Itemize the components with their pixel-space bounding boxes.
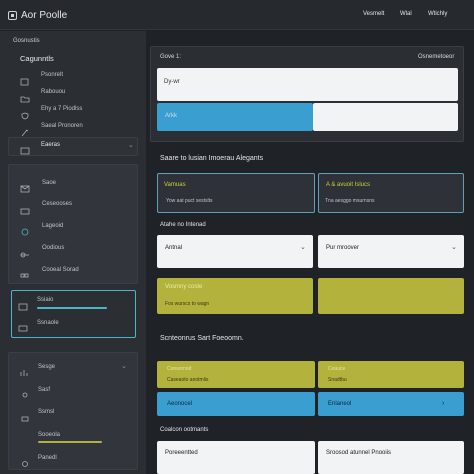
sidebar-item-10[interactable]: Sesge	[38, 364, 55, 370]
option-card-2-title: A & avuoit Islucs	[326, 182, 371, 188]
sidebar-active-label: Eaeras	[41, 142, 61, 148]
sidebar-item-5[interactable]: Saoe	[42, 180, 56, 186]
document-icon	[20, 73, 30, 86]
blue-button-1-label: Aeonocel	[167, 401, 193, 407]
chevron-down-icon-4: ⌄	[451, 244, 457, 251]
olive-card-title: Vosmny coste	[165, 284, 203, 290]
topnav-item-2[interactable]: Wlal	[400, 11, 412, 17]
progress-bar-2	[38, 441, 102, 443]
chevron-down-icon[interactable]: ⌄	[128, 141, 134, 149]
topnav-item-1[interactable]: Vesmelt	[363, 11, 384, 17]
field-1-value: Poreeentted	[165, 450, 198, 456]
folder-icon	[20, 90, 30, 103]
option-card-1-sub: Yow aat puct sestslts	[166, 198, 213, 204]
sidebar-header: Gosnustis	[13, 38, 40, 44]
sidebar-item-3[interactable]: Ehy a 7 Piodlss	[41, 106, 82, 112]
select-2-value: Pur mroover	[326, 245, 360, 251]
settings-icon	[20, 455, 30, 467]
sidebar-item-2[interactable]: Rabouou	[41, 89, 65, 95]
option-card-2[interactable]	[318, 173, 464, 213]
option-card-1[interactable]	[157, 173, 315, 213]
monitor-icon	[18, 320, 28, 332]
text-input-2-filled[interactable]	[157, 103, 313, 131]
chevron-down-icon-2[interactable]: ⌄	[121, 362, 127, 370]
chevron-right-icon: ›	[442, 400, 445, 407]
blue-button-2-label: Enlaneol	[328, 401, 352, 407]
select-1[interactable]	[157, 235, 313, 268]
sidebar-item-1[interactable]: Psonrelt	[41, 72, 63, 78]
section-3-title: Scnteonrus Sart Foeoomn.	[160, 335, 244, 342]
chevron-down-icon-3: ⌄	[300, 244, 306, 251]
progress-bar-1	[37, 307, 107, 309]
section-4-title: Coalcon ootmants	[160, 427, 209, 433]
gift-icon	[20, 202, 30, 215]
progress-item-2[interactable]: Ssnaole	[37, 320, 59, 326]
sidebar-item-4[interactable]: Saeal Pronoren	[41, 123, 83, 129]
olive-card-3-sub: Caseaoto anotmlis	[167, 377, 209, 383]
topnav-item-3[interactable]: Wtichly	[428, 11, 447, 17]
olive-card-2[interactable]	[318, 278, 464, 314]
input-1-value: Dy-wr	[164, 79, 180, 85]
top-panel-label: Gove 1:	[160, 54, 182, 60]
olive-card-4-title: Ceauce	[328, 366, 346, 372]
sidebar-item-6[interactable]: Ceseooses	[42, 201, 72, 207]
mail-icon	[20, 180, 30, 193]
text-input-1[interactable]	[157, 68, 458, 101]
text-input-2-rest[interactable]	[313, 103, 458, 131]
sidebar-title: Cagunntls	[20, 54, 54, 63]
field-1[interactable]	[157, 441, 315, 474]
user-icon	[20, 387, 30, 398]
option-card-2-sub: Tna aesggo msurnsns	[325, 198, 375, 204]
chart-icon	[20, 364, 30, 376]
sidebar-item-9[interactable]: Cooeal Sorad	[42, 267, 79, 273]
sidebar-item-12[interactable]: Ssmsl	[38, 409, 54, 415]
shield-icon	[20, 107, 30, 120]
image-icon	[18, 298, 28, 311]
sidebar-item-13[interactable]: Sooeola	[38, 432, 60, 438]
field-2-value: Sroosod atunnel Pnooiis	[326, 450, 392, 456]
top-panel-right-label: Osnemetoeor	[418, 54, 455, 60]
sidebar-item-8[interactable]: Oodious	[42, 245, 64, 251]
progress-panel	[11, 290, 136, 338]
progress-item-1[interactable]: Ssiaio	[37, 297, 53, 303]
olive-card-3-title: Consornod	[167, 366, 192, 372]
top-bar: Aor Poolle Vesmelt Wlal Wtichly	[0, 0, 474, 30]
lock-icon	[20, 409, 30, 422]
link-icon	[20, 246, 30, 258]
pen-icon	[20, 124, 30, 137]
sidebar-item-11[interactable]: Sasf	[38, 387, 50, 393]
app-title: Aor Poolle	[21, 10, 68, 21]
box-icon	[20, 142, 30, 155]
section-2-title: Atahe no Intenad	[160, 222, 206, 228]
field-2[interactable]	[318, 441, 464, 474]
logo-icon	[8, 11, 17, 20]
option-card-1-title: Vamuas	[164, 182, 186, 188]
app-logo[interactable]: Aor Poolle	[8, 10, 67, 21]
select-2[interactable]	[318, 235, 464, 268]
input-2-value: Arkk	[165, 113, 177, 119]
olive-card-sub: Fos wurscs to wagn	[165, 301, 210, 307]
refresh-icon	[20, 223, 30, 236]
olive-card-4-sub: Snadtbu	[328, 377, 347, 383]
grid-icon	[20, 268, 30, 278]
select-1-value: Antnal	[165, 245, 183, 251]
section-1-title: Saare to lusian Imoerau Alegants	[160, 155, 264, 162]
sidebar-item-7[interactable]: Lageoid	[42, 223, 63, 229]
sidebar-item-14[interactable]: Panedl	[38, 455, 57, 461]
